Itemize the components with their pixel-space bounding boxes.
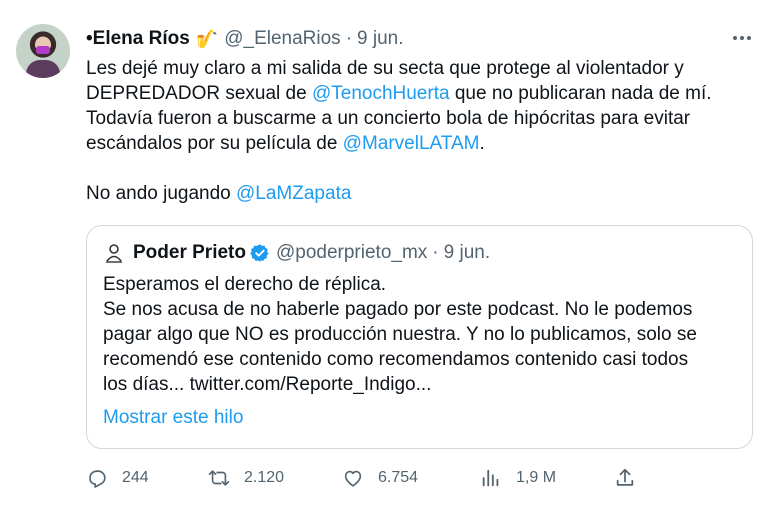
share-button[interactable] <box>614 463 636 493</box>
avatar-mask <box>36 46 50 54</box>
heart-icon <box>344 470 362 487</box>
text-segment: DEPREDADOR sexual de <box>86 83 312 104</box>
tweet-text-line: Todavía fueron a buscarme a un concierto… <box>86 108 691 129</box>
like-count: 6.754 <box>378 469 419 486</box>
reply-count: 244 <box>122 469 149 486</box>
tweet-text-line: No ando jugando @LaMZapata <box>86 181 746 206</box>
show-thread-link[interactable]: Mostrar este hilo <box>103 407 243 429</box>
retweet-count: 2.120 <box>244 469 285 486</box>
tweet-header: •Elena Ríos 🎷 @_ElenaRios · 9 jun. <box>86 27 404 51</box>
quoted-tweet[interactable]: Poder Prieto @poderprieto_mx · 9 jun. Es… <box>86 225 753 449</box>
author-display-name[interactable]: •Elena Ríos <box>86 28 190 50</box>
text-segment: que no publicaran nada de mí. <box>449 83 712 104</box>
quote-text-line: los días... twitter.com/Reporte_Indigo..… <box>103 374 432 395</box>
quoted-tweet-header: Poder Prieto @poderprieto_mx · 9 jun. <box>103 240 490 266</box>
text-segment: . <box>479 133 485 154</box>
quote-handle[interactable]: @poderprieto_mx <box>276 242 427 264</box>
text-segment: escándalos por su película de <box>86 133 343 154</box>
more-horizontal-icon[interactable] <box>728 26 756 50</box>
avatar[interactable] <box>16 24 70 78</box>
quoted-tweet-text: Esperamos el derecho de réplica. Se nos … <box>103 272 743 397</box>
analytics-icon <box>482 469 499 487</box>
quote-text-line: recomendó ese contenido como recomendamo… <box>103 349 689 370</box>
retweet-button[interactable]: 2.120 <box>208 463 284 493</box>
tweet-text-line: escándalos por su película de @MarvelLAT… <box>86 131 746 156</box>
mention-link[interactable]: @TenochHuerta <box>312 83 450 104</box>
views-count: 1,9 M <box>516 469 557 486</box>
quote-display-name[interactable]: Poder Prieto <box>133 242 246 264</box>
tweet-actions: 244 2.120 6.754 1,9 M <box>86 463 646 493</box>
views-button[interactable]: 1,9 M <box>480 463 556 493</box>
quote-text-line: pagar algo que NO es producción nuestra.… <box>103 324 697 345</box>
quote-text-line: Se nos acusa de no haberle pagado por es… <box>103 299 693 320</box>
reply-button[interactable]: 244 <box>86 463 149 493</box>
quote-date[interactable]: 9 jun. <box>444 242 490 264</box>
quote-text-line: Esperamos el derecho de réplica. <box>103 274 387 295</box>
share-icon <box>616 468 634 486</box>
avatar-shirt <box>26 60 60 78</box>
author-handle[interactable]: @_ElenaRios <box>224 28 340 50</box>
header-separator: · <box>345 28 353 49</box>
quote-avatar-icon[interactable] <box>103 242 125 264</box>
verified-badge-icon <box>250 243 270 263</box>
reply-icon <box>89 470 106 488</box>
tweet-date[interactable]: 9 jun. <box>357 28 403 50</box>
mention-link[interactable]: @MarvelLATAM <box>343 133 480 154</box>
tweet-text: Les dejé muy claro a mi salida de su sec… <box>86 56 746 206</box>
like-button[interactable]: 6.754 <box>342 463 418 493</box>
saxophone-emoji-icon: 🎷 <box>195 28 219 49</box>
tweet-text-line: Les dejé muy claro a mi salida de su sec… <box>86 58 684 79</box>
tweet-text-line: DEPREDADOR sexual de @TenochHuerta que n… <box>86 81 746 106</box>
tweet[interactable]: •Elena Ríos 🎷 @_ElenaRios · 9 jun. Les d… <box>0 0 768 512</box>
retweet-icon <box>208 470 230 486</box>
mention-link[interactable]: @LaMZapata <box>236 183 351 204</box>
text-segment: No ando jugando <box>86 183 237 204</box>
quote-separator: · <box>432 242 439 263</box>
